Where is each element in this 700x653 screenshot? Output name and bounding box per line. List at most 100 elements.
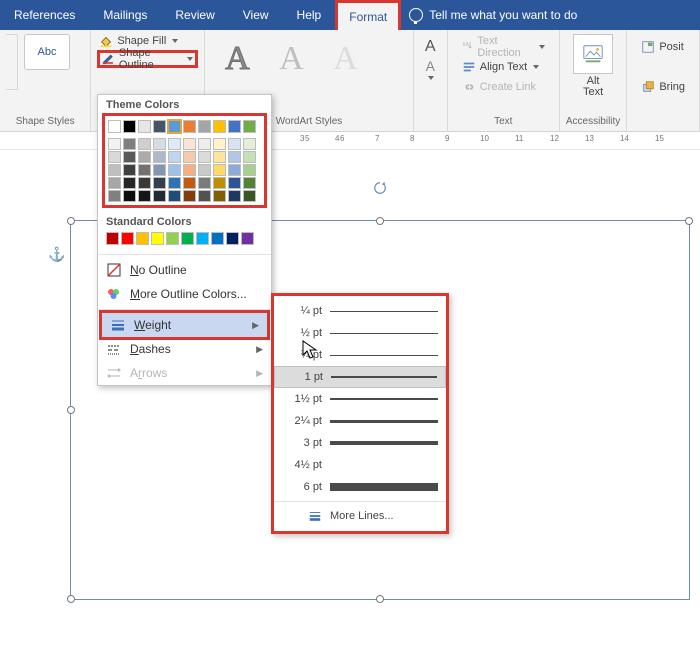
color-swatch[interactable] xyxy=(243,190,256,202)
more-lines-item[interactable]: More Lines... xyxy=(274,505,446,527)
color-swatch[interactable] xyxy=(123,177,136,189)
color-swatch[interactable] xyxy=(108,138,121,150)
create-link-button[interactable]: Create Link xyxy=(460,78,547,96)
resize-handle-bl[interactable] xyxy=(67,595,75,603)
wordart-preset-1[interactable]: A xyxy=(215,40,259,78)
color-swatch[interactable] xyxy=(228,120,241,133)
weight-0-5pt[interactable]: ½ pt xyxy=(274,322,446,344)
color-swatch[interactable] xyxy=(228,151,241,163)
color-swatch[interactable] xyxy=(213,177,226,189)
weight-3pt[interactable]: 3 pt xyxy=(274,432,446,454)
weight-1-5pt[interactable]: 1½ pt xyxy=(274,388,446,410)
no-outline-item[interactable]: No Outline xyxy=(98,258,271,282)
alt-text-button[interactable]: AltText xyxy=(573,34,613,98)
color-swatch[interactable] xyxy=(198,164,211,176)
color-swatch[interactable] xyxy=(108,120,121,133)
color-swatch[interactable] xyxy=(181,232,194,245)
color-swatch[interactable] xyxy=(213,190,226,202)
color-swatch[interactable] xyxy=(168,177,181,189)
color-swatch[interactable] xyxy=(183,177,196,189)
color-swatch[interactable] xyxy=(228,164,241,176)
color-swatch[interactable] xyxy=(243,120,256,133)
more-outline-colors-item[interactable]: More Outline Colors... xyxy=(98,282,271,306)
color-swatch[interactable] xyxy=(138,190,151,202)
tab-format[interactable]: Format xyxy=(335,0,401,30)
color-swatch[interactable] xyxy=(106,232,119,245)
rotate-handle[interactable] xyxy=(373,181,387,195)
color-swatch[interactable] xyxy=(138,151,151,163)
color-swatch[interactable] xyxy=(136,232,149,245)
color-swatch[interactable] xyxy=(183,164,196,176)
color-swatch[interactable] xyxy=(168,190,181,202)
color-swatch[interactable] xyxy=(138,120,151,133)
color-swatch[interactable] xyxy=(213,164,226,176)
wordart-preset-2[interactable]: A xyxy=(269,40,313,78)
dashes-item[interactable]: Dashes ▶ xyxy=(98,337,271,361)
weight-1pt[interactable]: 1 pt xyxy=(274,366,446,388)
color-swatch[interactable] xyxy=(138,164,151,176)
color-swatch[interactable] xyxy=(153,164,166,176)
color-swatch[interactable] xyxy=(243,151,256,163)
align-text-button[interactable]: Align Text xyxy=(460,58,547,76)
tab-mailings[interactable]: Mailings xyxy=(89,0,161,30)
color-swatch[interactable] xyxy=(151,232,164,245)
color-swatch[interactable] xyxy=(198,190,211,202)
weight-6pt[interactable]: 6 pt xyxy=(274,476,446,498)
color-swatch[interactable] xyxy=(108,151,121,163)
shape-outline-button[interactable]: Shape Outline xyxy=(97,50,198,68)
color-swatch[interactable] xyxy=(213,138,226,150)
color-swatch[interactable] xyxy=(241,232,254,245)
color-swatch[interactable] xyxy=(196,232,209,245)
color-swatch[interactable] xyxy=(168,151,181,163)
resize-handle-tl[interactable] xyxy=(67,217,75,225)
color-swatch[interactable] xyxy=(228,138,241,150)
color-swatch[interactable] xyxy=(153,120,166,133)
weight-2-25pt[interactable]: 2¼ pt xyxy=(274,410,446,432)
color-swatch[interactable] xyxy=(243,177,256,189)
resize-handle-l[interactable] xyxy=(67,406,75,414)
color-swatch[interactable] xyxy=(243,164,256,176)
color-swatch[interactable] xyxy=(168,138,181,150)
color-swatch[interactable] xyxy=(213,120,226,133)
tab-view[interactable]: View xyxy=(229,0,283,30)
weight-0-75pt[interactable]: ¾ pt xyxy=(274,344,446,366)
color-swatch[interactable] xyxy=(153,190,166,202)
tab-references[interactable]: References xyxy=(0,0,89,30)
color-swatch[interactable] xyxy=(168,164,181,176)
tab-review[interactable]: Review xyxy=(161,0,228,30)
color-swatch[interactable] xyxy=(123,151,136,163)
text-direction-button[interactable]: IIA Text Direction xyxy=(460,38,547,56)
color-swatch[interactable] xyxy=(121,232,134,245)
color-swatch[interactable] xyxy=(183,190,196,202)
color-swatch[interactable] xyxy=(153,151,166,163)
color-swatch[interactable] xyxy=(168,120,181,133)
color-swatch[interactable] xyxy=(198,177,211,189)
position-button[interactable]: Posit xyxy=(639,38,687,56)
color-swatch[interactable] xyxy=(108,177,121,189)
color-swatch[interactable] xyxy=(228,190,241,202)
weight-0-25pt[interactable]: ¼ pt xyxy=(274,300,446,322)
color-swatch[interactable] xyxy=(123,190,136,202)
color-swatch[interactable] xyxy=(123,138,136,150)
color-swatch[interactable] xyxy=(183,138,196,150)
color-swatch[interactable] xyxy=(198,120,211,133)
tab-help[interactable]: Help xyxy=(283,0,336,30)
color-swatch[interactable] xyxy=(138,177,151,189)
color-swatch[interactable] xyxy=(228,177,241,189)
weight-4-5pt[interactable]: 4½ pt xyxy=(274,454,446,476)
color-swatch[interactable] xyxy=(183,151,196,163)
color-swatch[interactable] xyxy=(108,190,121,202)
color-swatch[interactable] xyxy=(198,151,211,163)
color-swatch[interactable] xyxy=(226,232,239,245)
color-swatch[interactable] xyxy=(166,232,179,245)
color-swatch[interactable] xyxy=(153,177,166,189)
color-swatch[interactable] xyxy=(153,138,166,150)
shape-style-preset[interactable]: Abc xyxy=(24,34,70,70)
color-swatch[interactable] xyxy=(211,232,224,245)
color-swatch[interactable] xyxy=(183,120,196,133)
wordart-preset-3[interactable]: A xyxy=(323,40,367,78)
color-swatch[interactable] xyxy=(138,138,151,150)
color-swatch[interactable] xyxy=(213,151,226,163)
wordart-gallery[interactable]: A A A xyxy=(211,34,406,84)
weight-item[interactable]: Weight ▶ xyxy=(99,310,270,340)
